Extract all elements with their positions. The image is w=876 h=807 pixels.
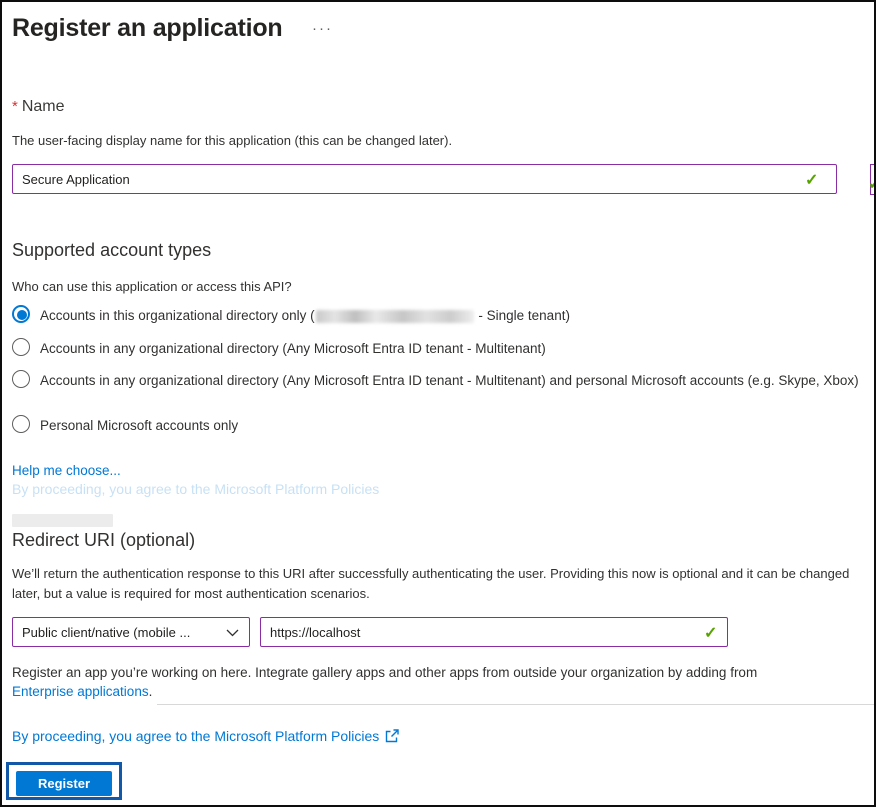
section-divider <box>157 704 874 705</box>
radio-single-tenant[interactable]: Accounts in this organizational director… <box>12 305 868 325</box>
name-label-text: Name <box>21 98 65 115</box>
name-label: * Name <box>12 98 65 116</box>
redirect-uri-description: We’ll return the authentication response… <box>12 566 850 601</box>
page-title: Register an application <box>12 14 283 42</box>
enterprise-applications-link[interactable]: Enterprise applications <box>12 684 149 699</box>
platform-select[interactable]: Public client/native (mobile ... <box>12 617 250 647</box>
app-registration-page: Register an application ··· * Name The us… <box>0 0 876 807</box>
radio-multitenant[interactable]: Accounts in any organizational directory… <box>12 338 868 358</box>
ghost-blob-artifact <box>12 514 113 527</box>
radio-button-icon[interactable] <box>12 370 30 388</box>
valid-check-icon: ✓ <box>704 625 718 642</box>
register-button-highlight: Register <box>6 762 122 800</box>
platform-select-value: Public client/native (mobile ... <box>22 624 191 640</box>
radio-personal-only[interactable]: Personal Microsoft accounts only <box>12 415 868 435</box>
clipped-check-icon: ✓ <box>868 174 874 194</box>
redirect-uri-input[interactable] <box>260 617 728 647</box>
platform-policies-link[interactable]: By proceeding, you agree to the Microsof… <box>12 728 379 744</box>
radio-label: Accounts in this organizational director… <box>40 308 570 323</box>
register-note: Register an app you’re working on here. … <box>12 665 758 699</box>
help-me-choose-link[interactable]: Help me choose... <box>12 463 121 478</box>
redirect-uri-heading: Redirect URI (optional) <box>12 530 196 550</box>
name-description: The user-facing display name for this ap… <box>12 133 453 148</box>
radio-label: Personal Microsoft accounts only <box>40 418 239 433</box>
valid-check-icon: ✓ <box>805 172 819 189</box>
account-types-question: Who can use this application or access t… <box>12 279 292 294</box>
platform-policies-link-row: By proceeding, you agree to the Microsof… <box>12 728 400 746</box>
chevron-down-icon <box>226 625 239 640</box>
radio-label: Accounts in any organizational directory… <box>40 373 859 388</box>
radio-button-icon[interactable] <box>12 338 30 356</box>
required-asterisk: * <box>12 98 18 115</box>
radio-button-icon[interactable] <box>12 305 30 323</box>
radio-button-icon[interactable] <box>12 415 30 433</box>
external-link-icon <box>385 729 400 746</box>
supported-account-types-heading: Supported account types <box>12 240 212 260</box>
radio-multitenant-personal[interactable]: Accounts in any organizational directory… <box>12 370 868 390</box>
redacted-tenant-name <box>315 309 474 323</box>
radio-label: Accounts in any organizational directory… <box>40 341 546 356</box>
name-input[interactable] <box>12 164 837 194</box>
ghost-policy-text-artifact: By proceeding, you agree to the Microsof… <box>12 481 380 497</box>
register-button[interactable]: Register <box>16 771 112 796</box>
more-options-button[interactable]: ··· <box>312 20 333 37</box>
